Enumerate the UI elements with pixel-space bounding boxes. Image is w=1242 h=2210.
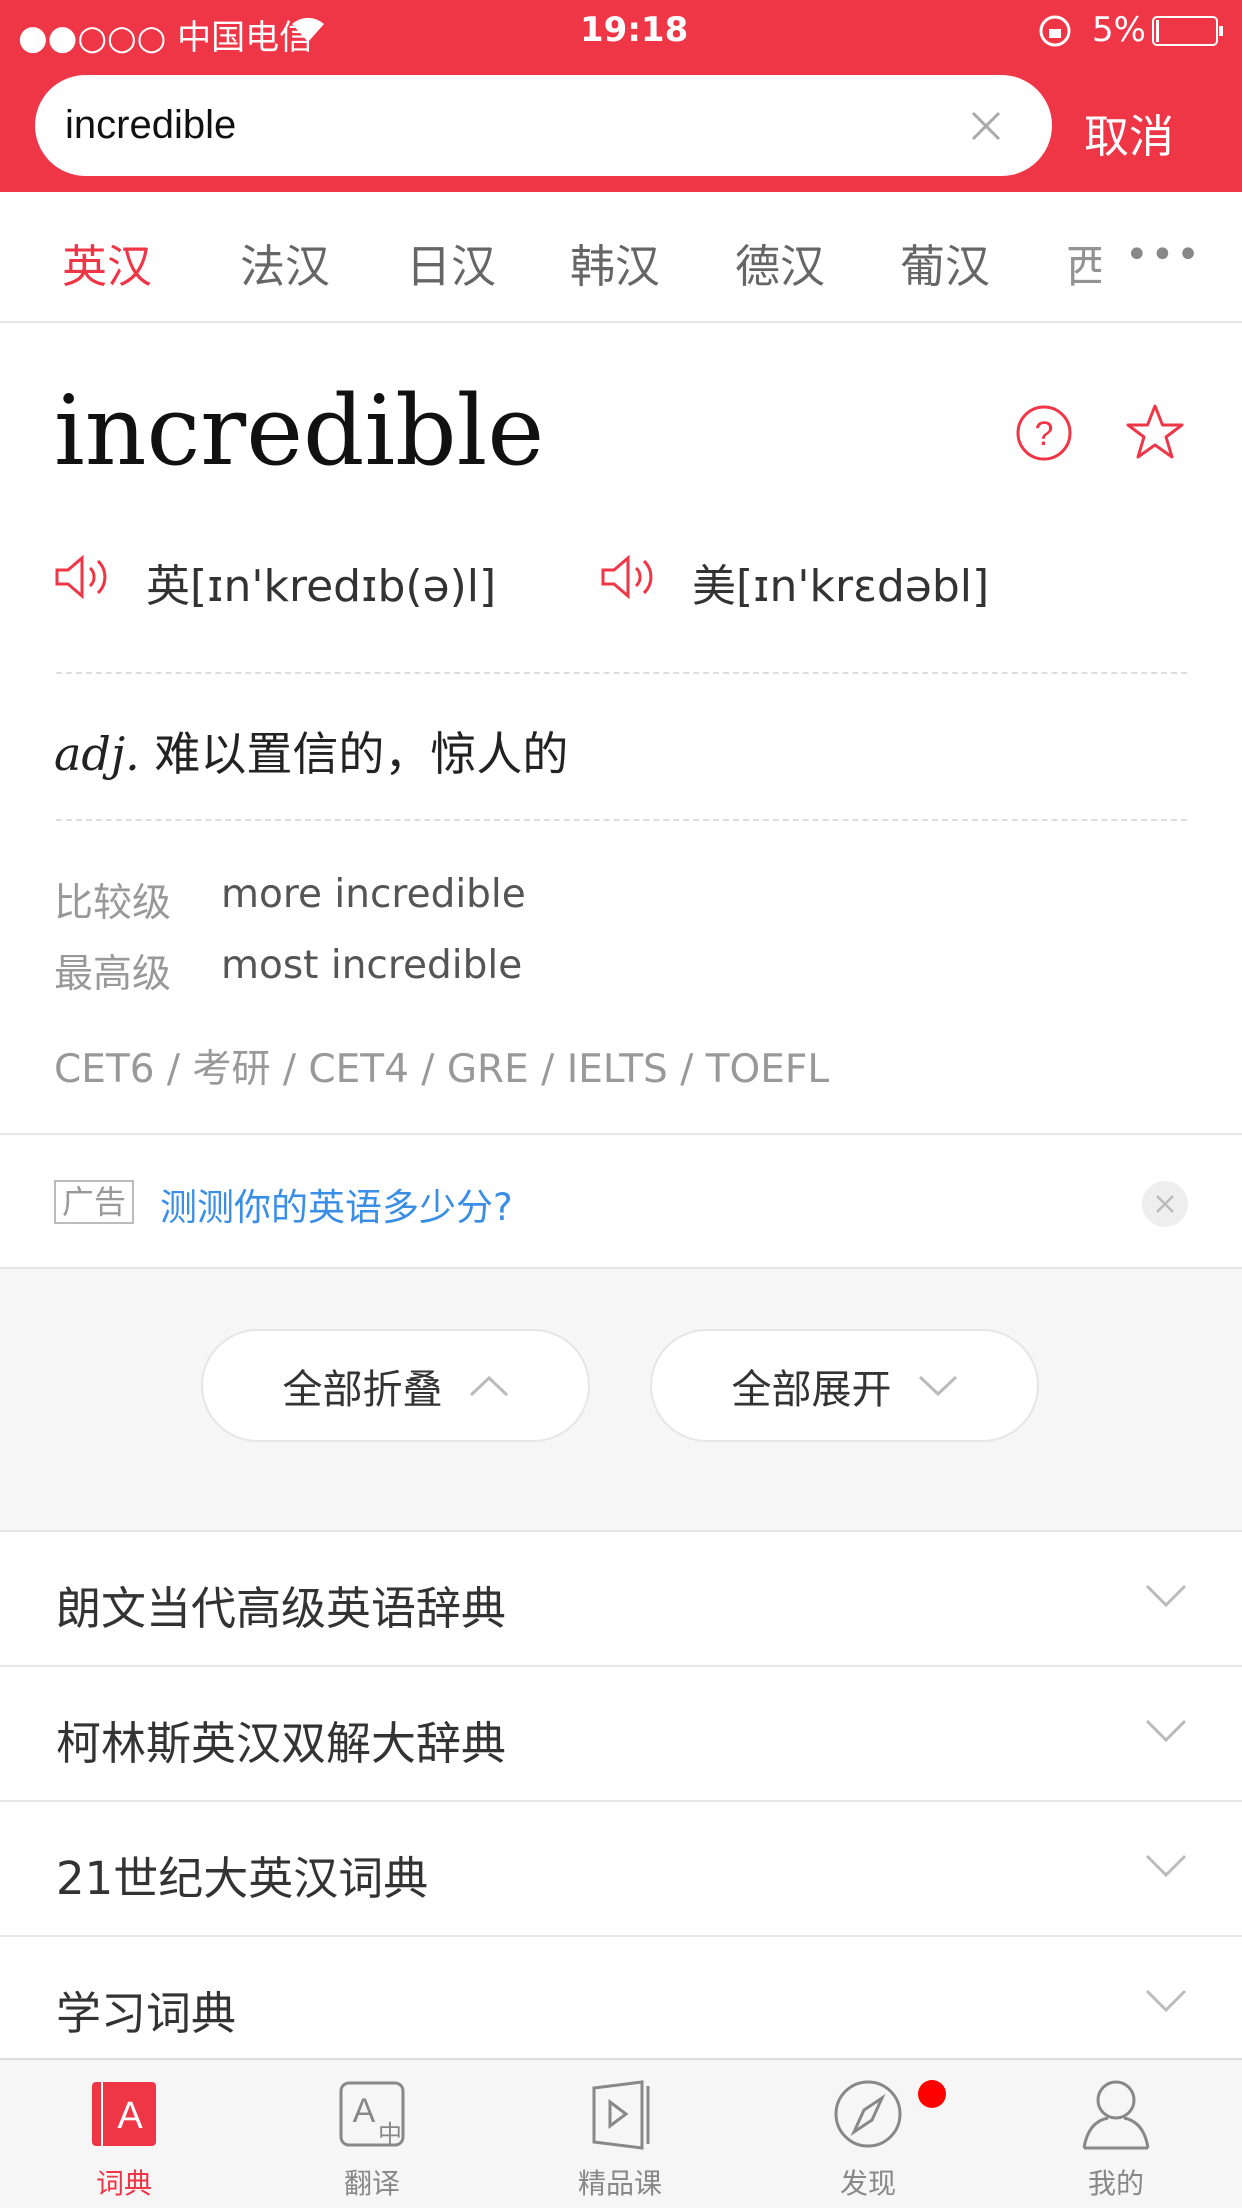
clear-icon[interactable]	[970, 110, 1002, 142]
bottom-tab-bar: A 词典 A中 翻译 精品课 发现 我的	[0, 2058, 1242, 2208]
tab-de-zh[interactable]: 德汉	[735, 230, 825, 295]
svg-text:中: 中	[378, 2120, 402, 2148]
tab-label: 翻译	[343, 2167, 400, 2200]
us-speaker-icon[interactable]	[600, 554, 662, 600]
tab-es-zh[interactable]: 西	[1066, 230, 1101, 295]
action-area	[0, 1267, 1242, 1532]
chevron-down-icon	[1145, 1989, 1187, 2013]
chevron-up-icon	[469, 1375, 508, 1396]
dictionary-row[interactable]: 柯林斯英汉双解大辞典	[0, 1667, 1242, 1802]
chevron-down-icon	[918, 1375, 957, 1396]
dictionary-row[interactable]: 21世纪大英汉词典	[0, 1802, 1242, 1937]
comparative-label: 比较级	[54, 881, 172, 926]
tab-ko-zh[interactable]: 韩汉	[570, 230, 660, 295]
chevron-down-icon	[1145, 1719, 1187, 1743]
tab-label: 发现	[839, 2167, 896, 2200]
search-field[interactable]	[35, 75, 1052, 176]
definition: adj. 难以置信的，惊人的	[54, 718, 568, 784]
part-of-speech: adj.	[54, 727, 140, 781]
chevron-down-icon	[1145, 1584, 1187, 1608]
dictionary-row[interactable]: 朗文当代高级英语辞典	[0, 1532, 1242, 1667]
language-tabs: 英汉 法汉 日汉 韩汉 德汉 葡汉 西 •••	[0, 192, 1242, 323]
dictionary-title: 朗文当代高级英语辞典	[56, 1582, 507, 1635]
divider	[56, 672, 1187, 674]
dictionary-row[interactable]: 学习词典	[0, 1937, 1242, 2072]
tab-label: 词典	[95, 2167, 152, 2200]
header: ●●○○○ 中国电信 19:18 5% 取消	[0, 0, 1242, 192]
collapse-all-label: 全部折叠	[282, 1366, 443, 1413]
expand-all-label: 全部展开	[731, 1366, 892, 1413]
expand-all-button[interactable]: 全部展开	[650, 1329, 1039, 1442]
compass-icon	[834, 2080, 902, 2148]
headword: incredible	[54, 375, 545, 487]
ad-tag: 广告	[54, 1180, 135, 1224]
search-input[interactable]	[65, 75, 945, 176]
course-icon	[592, 2080, 650, 2150]
carrier: ●●○○○ 中国电信	[18, 18, 314, 58]
tab-translate[interactable]: A中 翻译	[248, 2060, 496, 2210]
close-ad-icon[interactable]	[1142, 1181, 1188, 1227]
collapse-all-button[interactable]: 全部折叠	[201, 1329, 590, 1442]
tab-dictionary[interactable]: A 词典	[0, 2060, 248, 2210]
tab-profile[interactable]: 我的	[992, 2060, 1240, 2210]
tab-pt-zh[interactable]: 葡汉	[900, 230, 990, 295]
battery-icon	[1152, 16, 1223, 46]
superlative-value: most incredible	[221, 943, 523, 988]
ad-banner[interactable]: 广告 测测你的英语多少分?	[0, 1133, 1242, 1267]
star-icon[interactable]	[1124, 402, 1186, 462]
cancel-button[interactable]: 取消	[1084, 100, 1174, 165]
tab-en-zh[interactable]: 英汉	[62, 230, 152, 295]
dictionary-icon: A	[92, 2082, 156, 2146]
tab-label: 我的	[1087, 2167, 1144, 2200]
dictionary-title: 21世纪大英汉词典	[56, 1852, 429, 1905]
translate-icon: A中	[339, 2081, 405, 2148]
help-icon[interactable]: ?	[1015, 404, 1073, 462]
comparative-value: more incredible	[221, 872, 526, 917]
wifi-icon	[292, 17, 324, 42]
tab-label: 精品课	[577, 2167, 662, 2200]
svg-text:A: A	[117, 2095, 143, 2137]
tab-ja-zh[interactable]: 日汉	[406, 230, 496, 295]
tab-discover[interactable]: 发现	[744, 2060, 992, 2210]
tab-courses[interactable]: 精品课	[496, 2060, 744, 2210]
chevron-down-icon	[1145, 1854, 1187, 1878]
svg-text:?: ?	[1035, 415, 1054, 453]
us-phonetic[interactable]: 美[ɪn'krɛdəbl]	[692, 550, 989, 614]
superlative-label: 最高级	[54, 952, 172, 997]
dictionary-title: 学习词典	[56, 1987, 237, 2040]
tab-fr-zh[interactable]: 法汉	[240, 230, 330, 295]
more-tabs-icon[interactable]: •••	[1125, 232, 1202, 278]
profile-icon	[1082, 2080, 1150, 2150]
exam-tags: CET6 / 考研 / CET4 / GRE / IELTS / TOEFL	[54, 1047, 830, 1092]
uk-phonetic[interactable]: 英[ɪn'kredɪb(ə)l]	[146, 550, 496, 614]
rotation-lock-icon	[1039, 15, 1071, 47]
clock: 19:18	[580, 10, 689, 50]
svg-text:A: A	[353, 2092, 376, 2130]
definition-text: 难以置信的，惊人的	[154, 727, 569, 781]
dictionary-title: 柯林斯英汉双解大辞典	[56, 1717, 507, 1770]
notification-dot	[918, 2080, 946, 2108]
ad-link[interactable]: 测测你的英语多少分?	[160, 1177, 513, 1231]
battery-percent: 5%	[1092, 10, 1146, 50]
uk-speaker-icon[interactable]	[54, 554, 116, 600]
divider	[56, 819, 1187, 821]
